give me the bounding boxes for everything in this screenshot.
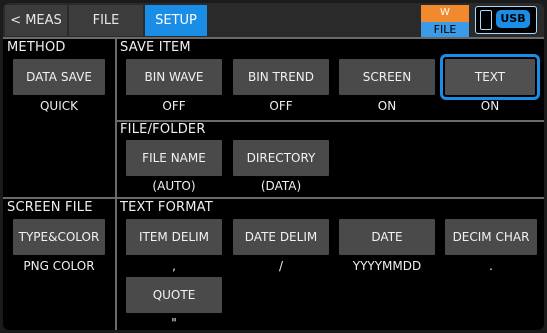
screen-button[interactable]: SCREEN <box>339 59 435 95</box>
text-button[interactable]: TEXT <box>440 54 540 100</box>
usb-label: USB <box>496 10 530 28</box>
text-value: ON <box>480 99 500 113</box>
date-delim-button[interactable]: DATE DELIM <box>233 219 329 255</box>
directory-button[interactable]: DIRECTORY <box>233 140 329 176</box>
text-format-header: TEXT FORMAT <box>120 200 213 215</box>
tab-meas[interactable]: < MEAS <box>5 5 67 36</box>
top-bar: < MEAS FILE SETUP W FILE USB <box>3 3 544 37</box>
bin-wave-value: OFF <box>162 99 186 113</box>
divider <box>115 37 117 330</box>
file-name-button[interactable]: FILE NAME <box>126 140 222 176</box>
media-card-icon <box>480 10 492 30</box>
file-label: FILE <box>421 22 469 37</box>
bin-trend-value: OFF <box>269 99 293 113</box>
tab-setup[interactable]: SETUP <box>145 5 207 36</box>
date-value: YYYYMMDD <box>352 259 422 273</box>
save-status-indicator: W FILE <box>421 5 469 37</box>
date-button[interactable]: DATE <box>339 219 435 255</box>
screen-file-value: PNG COLOR <box>23 259 95 273</box>
date-delim-value: / <box>278 259 284 273</box>
w-label: W <box>440 7 450 18</box>
decim-char-value: . <box>489 259 493 273</box>
tab-file[interactable]: FILE <box>69 5 143 36</box>
method-value: QUICK <box>39 99 78 113</box>
divider <box>3 37 544 39</box>
screen-frame: < MEAS FILE SETUP W FILE USB METHOD DATA… <box>3 3 544 330</box>
divider <box>3 197 544 199</box>
save-item-header: SAVE ITEM <box>120 40 191 55</box>
data-save-button[interactable]: DATA SAVE <box>13 59 105 95</box>
directory-value: (DATA) <box>260 179 302 193</box>
method-header: METHOD <box>7 40 66 55</box>
item-delim-value: , <box>172 259 176 273</box>
screen-file-header: SCREEN FILE <box>7 200 93 215</box>
bin-wave-button[interactable]: BIN WAVE <box>126 59 222 95</box>
item-delim-button[interactable]: ITEM DELIM <box>126 219 222 255</box>
quote-value: " <box>171 316 177 330</box>
file-name-value: (AUTO) <box>152 179 196 193</box>
type-color-button[interactable]: TYPE&COLOR <box>13 219 105 255</box>
decim-char-button[interactable]: DECIM CHAR <box>445 219 537 255</box>
quote-button[interactable]: QUOTE <box>126 277 222 313</box>
usb-indicator: USB <box>475 6 537 34</box>
screen-value: ON <box>377 99 397 113</box>
bin-trend-button[interactable]: BIN TREND <box>233 59 329 95</box>
file-folder-header: FILE/FOLDER <box>120 122 206 137</box>
